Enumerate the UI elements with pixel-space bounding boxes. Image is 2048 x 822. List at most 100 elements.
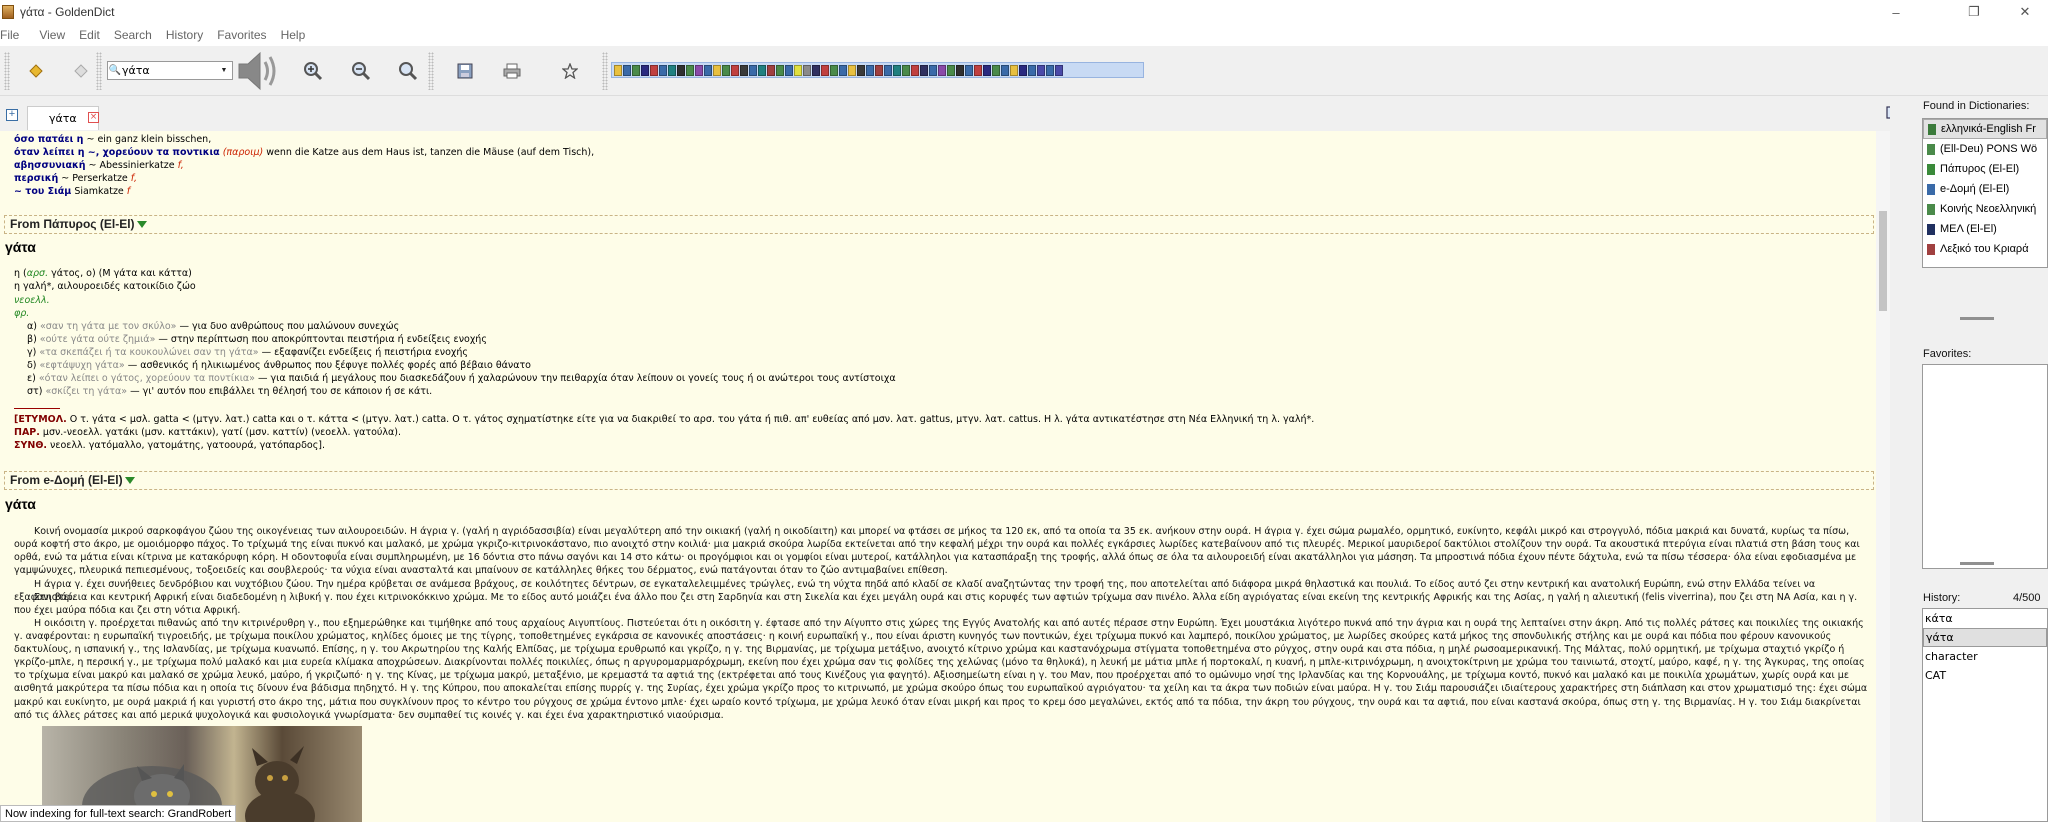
article-view[interactable]: όσο πατάει η ~ ein ganz klein bisschen, ό…	[0, 131, 1876, 822]
dictionary-toggle-icon[interactable]	[821, 64, 829, 76]
dictionary-toggle-icon[interactable]	[1010, 64, 1018, 76]
toolbar-grip-3[interactable]	[428, 52, 434, 90]
dictionary-toggle-icon[interactable]	[947, 64, 955, 76]
dict-header-papyros[interactable]: From Πάπυρος (El-El)	[4, 215, 1874, 234]
dictionary-toggle-icon[interactable]	[884, 64, 892, 76]
collapse-arrow-icon[interactable]	[124, 477, 135, 484]
found-dictionary-item[interactable]: ελληνικά-English Fr	[1923, 119, 2047, 139]
found-dictionary-item[interactable]: (Ell-Deu) PONS Wö	[1923, 139, 2047, 159]
found-dictionary-item[interactable]: e-Δομή (El-El)	[1923, 179, 2047, 199]
dictionary-toggle-icon[interactable]	[794, 64, 802, 76]
history-item[interactable]: character	[1923, 647, 2047, 666]
dictionary-toggle-icon[interactable]	[1037, 64, 1045, 76]
toolbar-grip-4[interactable]	[602, 52, 608, 90]
back-button[interactable]	[23, 58, 49, 84]
dictionary-toggle-icon[interactable]	[704, 64, 712, 76]
dictionary-toggle-icon[interactable]	[785, 64, 793, 76]
menu-help[interactable]: Help	[276, 28, 315, 42]
search-box[interactable]: 🔍 ▼	[107, 61, 233, 80]
tab-gata[interactable]: γάτα ×	[27, 106, 99, 130]
dictionary-toggle-icon[interactable]	[1019, 64, 1027, 76]
dictionary-toggle-icon[interactable]	[686, 64, 694, 76]
dictionary-toggle-icon[interactable]	[767, 64, 775, 76]
found-dictionary-item[interactable]: Λεξικό του Κριαρά	[1923, 239, 2047, 259]
maximize-button[interactable]: ❐	[1951, 0, 1997, 24]
history-item[interactable]: γάτα	[1923, 628, 2047, 647]
dictionary-toggle-icon[interactable]	[1028, 64, 1036, 76]
menu-file[interactable]: File	[0, 28, 28, 42]
menu-search[interactable]: Search	[109, 28, 161, 42]
zoom-out-button[interactable]	[348, 58, 374, 84]
print-button[interactable]	[499, 58, 525, 84]
close-tab-icon[interactable]: ×	[88, 112, 99, 123]
dictionary-toggle-icon[interactable]	[623, 64, 631, 76]
dock-splitter-2[interactable]	[1960, 562, 1994, 565]
dictionary-toggle-icon[interactable]	[992, 64, 1000, 76]
dictionary-toggle-icon[interactable]	[713, 64, 721, 76]
dictionary-toggle-icon[interactable]	[983, 64, 991, 76]
dictionary-toggle-icon[interactable]	[641, 64, 649, 76]
article-scrollbar[interactable]	[1876, 131, 1890, 822]
dictionary-toggle-icon[interactable]	[749, 64, 757, 76]
collapse-arrow-icon[interactable]	[136, 221, 147, 228]
close-window-button[interactable]: ✕	[2002, 0, 2048, 24]
forward-button[interactable]	[68, 58, 94, 84]
dictionary-toggle-icon[interactable]	[650, 64, 658, 76]
dict-header-edomi[interactable]: From e-Δομή (El-El)	[4, 471, 1874, 490]
dictionary-toggle-icon[interactable]	[938, 64, 946, 76]
dictionary-toggle-icon[interactable]	[902, 64, 910, 76]
dictionary-toggle-icon[interactable]	[776, 64, 784, 76]
toolbar-grip[interactable]	[4, 52, 10, 90]
history-item[interactable]: κάτα	[1923, 609, 2047, 628]
dictionary-toggle-icon[interactable]	[695, 64, 703, 76]
dictionary-toggle-icon[interactable]	[848, 64, 856, 76]
dictionary-toggle-icon[interactable]	[866, 64, 874, 76]
dictionary-toggle-icon[interactable]	[668, 64, 676, 76]
dictionary-toggle-icon[interactable]	[857, 64, 865, 76]
search-input[interactable]	[122, 64, 218, 77]
scrollbar-thumb[interactable]	[1879, 211, 1887, 311]
dictionary-toggle-icon[interactable]	[1001, 64, 1009, 76]
dictionary-toggle-icon[interactable]	[839, 64, 847, 76]
dictionary-toggle-icon[interactable]	[893, 64, 901, 76]
dictionary-toggle-icon[interactable]	[812, 64, 820, 76]
dictionary-toggle-icon[interactable]	[632, 64, 640, 76]
zoom-reset-button[interactable]	[395, 58, 421, 84]
dictionary-toggle-icon[interactable]	[929, 64, 937, 76]
dictionary-toggle-icon[interactable]	[911, 64, 919, 76]
found-dictionaries-list[interactable]: ελληνικά-English Fr (Ell-Deu) PONS Wö Πάπυ…	[1922, 118, 2048, 268]
found-dictionary-item[interactable]: Πάπυρος (El-El)	[1923, 159, 2047, 179]
dictionary-toggle-icon[interactable]	[614, 64, 622, 76]
toolbar-grip-2[interactable]	[96, 52, 102, 90]
dictionary-toggle-icon[interactable]	[758, 64, 766, 76]
dictionary-toggle-icon[interactable]	[677, 64, 685, 76]
dictionary-toggle-icon[interactable]	[1046, 64, 1054, 76]
dictionary-toggle-icon[interactable]	[659, 64, 667, 76]
favorites-panel[interactable]	[1922, 364, 2048, 569]
history-list[interactable]: κάτα γάτα character CAT	[1922, 608, 2048, 822]
menu-edit[interactable]: Edit	[74, 28, 109, 42]
search-dropdown-icon[interactable]: ▼	[218, 62, 230, 79]
save-article-button[interactable]	[452, 58, 478, 84]
found-dictionary-item[interactable]: ΜΕΛ (El-El)	[1923, 219, 2047, 239]
dictionary-toggle-icon[interactable]	[956, 64, 964, 76]
dictionary-toggle-icon[interactable]	[875, 64, 883, 76]
dock-splitter-1[interactable]	[1960, 317, 1994, 320]
dictionary-toggle-icon[interactable]	[722, 64, 730, 76]
dictionary-toggle-icon[interactable]	[803, 64, 811, 76]
dictionary-toggle-icon[interactable]	[830, 64, 838, 76]
dictionary-toggle-icon[interactable]	[974, 64, 982, 76]
menu-view[interactable]: View	[28, 28, 74, 42]
menu-favorites[interactable]: Favorites	[212, 28, 275, 42]
found-dictionary-item[interactable]: Κοινής Νεοελληνική	[1923, 199, 2047, 219]
new-tab-icon[interactable]: +	[6, 109, 18, 121]
menu-history[interactable]: History	[161, 28, 212, 42]
minimize-button[interactable]: –	[1873, 0, 1919, 24]
dictionary-toggle-icon[interactable]	[965, 64, 973, 76]
zoom-in-button[interactable]	[300, 58, 326, 84]
history-item[interactable]: CAT	[1923, 666, 2047, 685]
dictionary-toggle-icon[interactable]	[920, 64, 928, 76]
add-to-favorites-button[interactable]	[557, 58, 583, 84]
dictionary-toggle-icon[interactable]	[731, 64, 739, 76]
dictionary-toggle-icon[interactable]	[740, 64, 748, 76]
